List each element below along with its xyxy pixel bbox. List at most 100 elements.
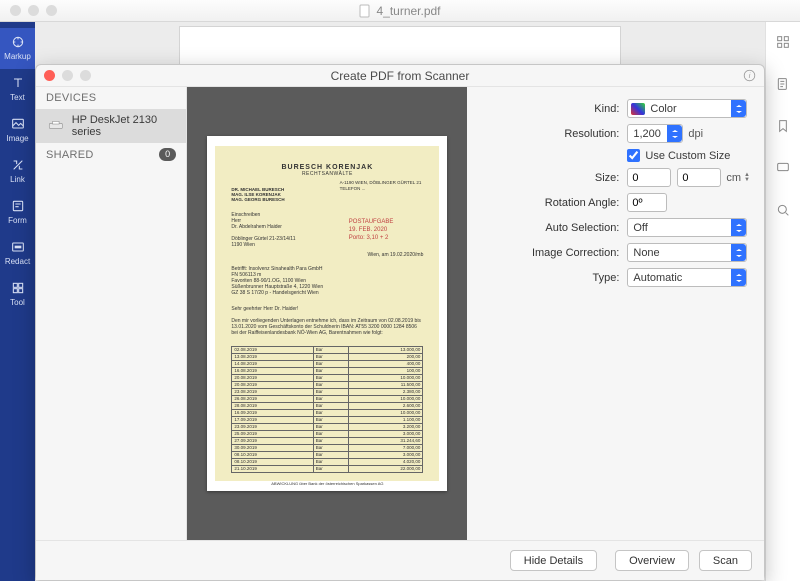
close-icon[interactable] bbox=[10, 5, 21, 16]
rail-label: Markup bbox=[4, 52, 31, 61]
tool-icon bbox=[10, 280, 26, 296]
minimize-icon[interactable] bbox=[62, 70, 73, 81]
shared-header-label: SHARED bbox=[46, 149, 94, 161]
table-row: 21.10.2019Bar22.000,00 bbox=[232, 466, 423, 473]
device-pane: DEVICES HP DeskJet 2130 series SHARED 0 bbox=[36, 87, 187, 540]
dropdown-arrow-icon bbox=[731, 244, 746, 261]
rail-redact[interactable]: Redact bbox=[0, 233, 35, 274]
device-row[interactable]: HP DeskJet 2130 series bbox=[36, 109, 186, 143]
type-select[interactable]: Automatic bbox=[627, 268, 747, 287]
dialog-traffic-lights[interactable] bbox=[44, 70, 91, 81]
size-height-input[interactable] bbox=[677, 168, 721, 187]
dropdown-arrow-icon bbox=[731, 219, 746, 236]
rail-tool[interactable]: Tool bbox=[0, 274, 35, 315]
scan-preview: BURESCH KORENJAK RECHTSANWÄLTE A-1190 WI… bbox=[187, 87, 467, 540]
kind-value: Color bbox=[645, 103, 731, 115]
doc-city-date: Wien, am 19.02.2020/mb bbox=[231, 252, 423, 258]
info-icon[interactable]: i bbox=[743, 69, 756, 82]
rail-markup[interactable]: Markup bbox=[0, 28, 35, 69]
type-value: Automatic bbox=[628, 272, 731, 284]
outline-icon[interactable] bbox=[775, 76, 791, 92]
type-label: Type: bbox=[467, 272, 627, 284]
rail-label: Form bbox=[8, 216, 27, 225]
resolution-select[interactable]: 1,200 bbox=[627, 124, 683, 143]
main-titlebar: 4_turner.pdf bbox=[0, 0, 800, 22]
table-row: 27.09.2019Bar31.244,60 bbox=[232, 438, 423, 445]
postage-stamp: POSTAUFGABE 19. FEB. 2020 Porto: 3,10 + … bbox=[349, 218, 394, 242]
image-correction-select[interactable]: None bbox=[627, 243, 747, 262]
zoom-icon[interactable] bbox=[46, 5, 57, 16]
kind-select[interactable]: Color bbox=[627, 99, 747, 118]
rotation-input[interactable] bbox=[627, 193, 667, 212]
grid-icon[interactable] bbox=[775, 34, 791, 50]
text-icon bbox=[10, 75, 26, 91]
search-icon[interactable] bbox=[775, 202, 791, 218]
hide-details-button[interactable]: Hide Details bbox=[510, 550, 597, 571]
rail-form[interactable]: Form bbox=[0, 192, 35, 233]
devices-header-label: DEVICES bbox=[46, 92, 96, 104]
doc-table: 02.08.2019Bar13.000,0013.08.2019Bar200,0… bbox=[231, 346, 423, 473]
custom-size-checkbox[interactable]: Use Custom Size bbox=[627, 149, 750, 162]
auto-selection-select[interactable]: Off bbox=[627, 218, 747, 237]
custom-size-input[interactable] bbox=[627, 149, 640, 162]
table-row: 02.08.2019Bar13.000,00 bbox=[232, 347, 423, 354]
rail-image[interactable]: Image bbox=[0, 110, 35, 151]
dialog-titlebar: Create PDF from Scanner i bbox=[36, 65, 764, 87]
table-row: 16.08.2019Bar100,00 bbox=[232, 368, 423, 375]
dropdown-arrow-icon bbox=[731, 100, 746, 117]
rail-label: Redact bbox=[5, 257, 30, 266]
table-row: 28.08.2019Bar2.600,00 bbox=[232, 403, 423, 410]
rail-text[interactable]: Text bbox=[0, 69, 35, 110]
window-traffic-lights[interactable] bbox=[10, 5, 57, 16]
zoom-icon[interactable] bbox=[80, 70, 91, 81]
size-unit: cm bbox=[726, 172, 741, 184]
rail-label: Image bbox=[6, 134, 28, 143]
resolution-unit: dpi bbox=[688, 128, 703, 140]
color-swatch-icon bbox=[631, 103, 645, 115]
device-name: HP DeskJet 2130 series bbox=[72, 114, 175, 138]
shared-count-badge: 0 bbox=[159, 148, 176, 161]
close-icon[interactable] bbox=[44, 70, 55, 81]
rotation-label: Rotation Angle: bbox=[467, 197, 627, 209]
scanned-document: BURESCH KORENJAK RECHTSANWÄLTE A-1190 WI… bbox=[215, 146, 439, 481]
size-width-input[interactable] bbox=[627, 168, 671, 187]
doc-intro: Den mir vorliegenden Unterlagen entnehme… bbox=[231, 318, 423, 336]
left-toolbar: Markup Text Image Link Form Redact Tool bbox=[0, 22, 35, 581]
dropdown-arrow-icon bbox=[667, 125, 682, 142]
table-row: 25.09.2019Bar3.000,00 bbox=[232, 431, 423, 438]
rail-label: Link bbox=[10, 175, 25, 184]
resolution-value: 1,200 bbox=[628, 128, 667, 140]
dropdown-arrow-icon bbox=[731, 269, 746, 286]
table-row: 16.09.2019Bar10.000,00 bbox=[232, 410, 423, 417]
image-correction-label: Image Correction: bbox=[467, 247, 627, 259]
resolution-label: Resolution: bbox=[467, 128, 627, 140]
dialog-title: Create PDF from Scanner bbox=[331, 69, 470, 83]
shared-header: SHARED 0 bbox=[36, 143, 186, 166]
right-rail bbox=[765, 22, 800, 581]
doc-right-addr: A-1190 WIEN, DÖBLINGER GÜRTEL 21 TELEFON… bbox=[340, 180, 422, 192]
kind-label: Kind: bbox=[467, 103, 627, 115]
table-row: 08.10.2019Bar4.020,00 bbox=[232, 459, 423, 466]
scan-button[interactable]: Scan bbox=[699, 550, 752, 571]
redact-icon bbox=[10, 239, 26, 255]
overview-button[interactable]: Overview bbox=[615, 550, 689, 571]
link-icon bbox=[10, 157, 26, 173]
doc-footer: ABWICKLUNG über Bank der österreichische… bbox=[231, 481, 423, 486]
bookmark-icon[interactable] bbox=[775, 118, 791, 134]
table-row: 30.09.2019Bar7.000,00 bbox=[232, 445, 423, 452]
document-icon bbox=[359, 5, 371, 17]
scanner-dialog: Create PDF from Scanner i DEVICES HP Des… bbox=[35, 64, 765, 581]
dialog-footer: Hide Details Overview Scan bbox=[36, 540, 764, 580]
rail-link[interactable]: Link bbox=[0, 151, 35, 192]
doc-betrifft: Betrifft: Insolvenz Sinahealth Para GmbH… bbox=[231, 266, 423, 296]
doc-greeting: Sehr geehrter Herr Dr. Haider! bbox=[231, 306, 423, 312]
devices-header: DEVICES bbox=[36, 87, 186, 109]
table-row: 23.09.2019Bar3.200,00 bbox=[232, 424, 423, 431]
markup-icon bbox=[10, 34, 26, 50]
unit-stepper[interactable]: ▲▼ bbox=[744, 173, 750, 183]
scan-page[interactable]: BURESCH KORENJAK RECHTSANWÄLTE A-1190 WI… bbox=[207, 136, 447, 491]
minimize-icon[interactable] bbox=[28, 5, 39, 16]
window-title: 4_turner.pdf bbox=[376, 4, 440, 18]
annotations-icon[interactable] bbox=[775, 160, 791, 176]
image-correction-value: None bbox=[628, 247, 731, 259]
